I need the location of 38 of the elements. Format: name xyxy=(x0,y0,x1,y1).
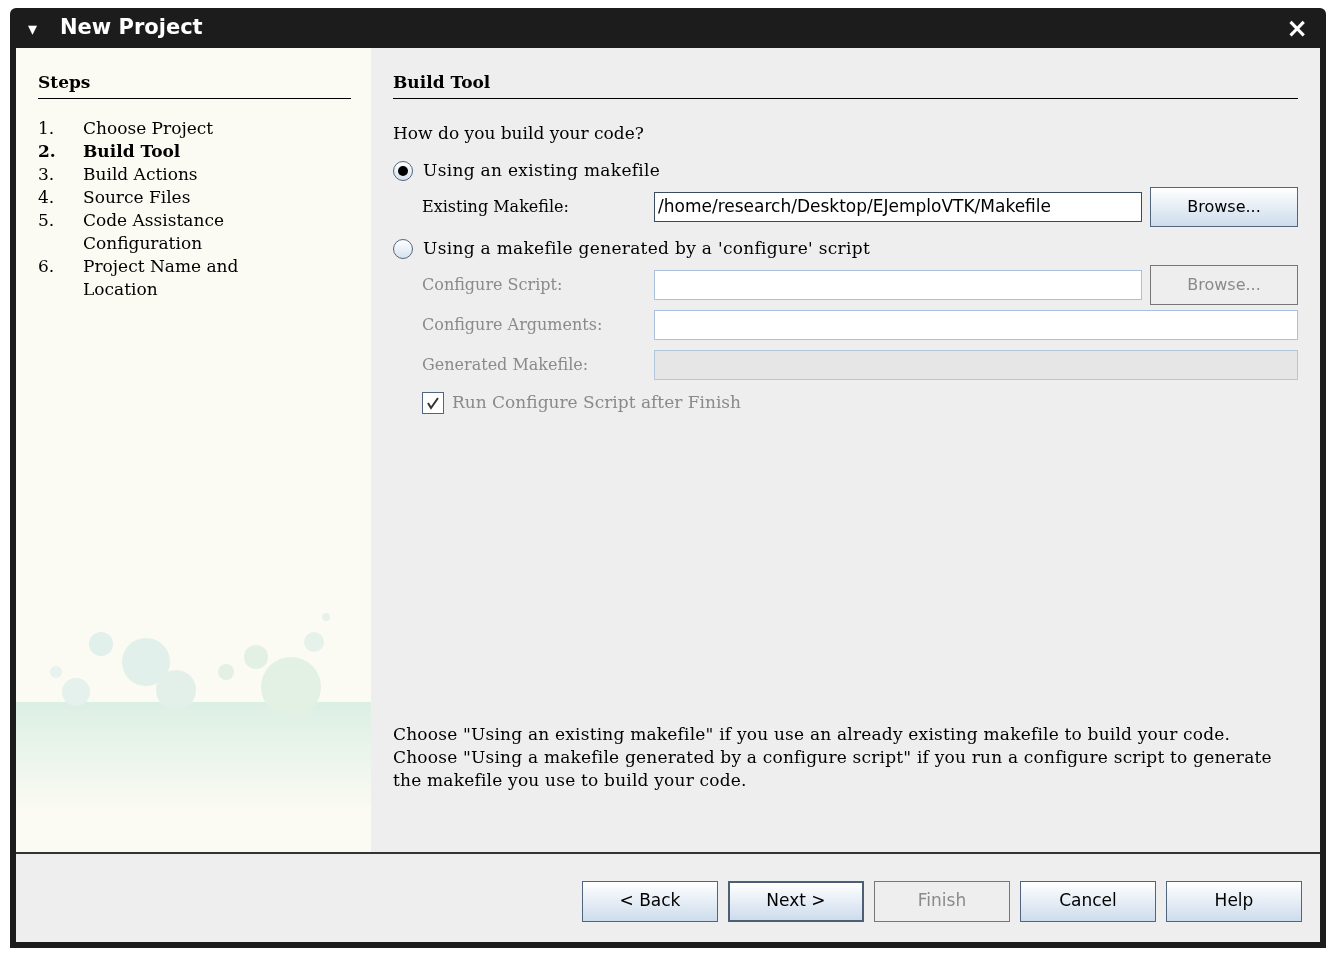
text-field[interactable] xyxy=(654,310,1298,340)
radio-label: Using a makefile generated by a 'configure' script xyxy=(423,237,871,261)
field-label: Generated Makefile: xyxy=(422,354,590,376)
step-number: 5. xyxy=(38,208,56,232)
checkbox-label: Run Configure Script after Finish xyxy=(452,391,742,414)
radio-button[interactable] xyxy=(393,239,413,259)
help-text: Choose "Using an existing makefile" if you use an already existing makefile to build your code. Choose "Using a makefile generated by a configure script" if you run a configure script to generate the makefile you use to build your code. xyxy=(393,723,1273,792)
dialog-button[interactable]: Next > xyxy=(728,880,864,922)
window-title: New Project xyxy=(60,14,203,42)
step-item[interactable]: Source Files xyxy=(83,185,278,209)
step-item[interactable]: Build Actions xyxy=(83,162,278,186)
dialog-button[interactable]: < Back xyxy=(582,880,718,922)
close-button[interactable]: × xyxy=(1286,15,1308,41)
field-label: Existing Makefile: xyxy=(422,196,570,218)
step-number: 4. xyxy=(38,185,56,209)
dialog-button[interactable]: Help xyxy=(1166,880,1302,922)
step-number: 6. xyxy=(38,254,56,278)
steps-heading: Steps xyxy=(38,70,351,99)
step-item[interactable]: Project Name and Location xyxy=(83,254,278,301)
window-menu-icon[interactable]: ▾ xyxy=(28,14,48,42)
dialog-button[interactable]: Cancel xyxy=(1020,880,1156,922)
step-item[interactable]: Build Tool xyxy=(83,139,278,163)
step-number: 1. xyxy=(38,116,56,140)
step-number: 3. xyxy=(38,162,56,186)
panel-heading: Build Tool xyxy=(393,70,1298,99)
question-text: How do you build your code? xyxy=(393,121,645,145)
browse-button[interactable]: Browse... xyxy=(1150,187,1298,227)
step-item[interactable]: Code Assistance Configuration xyxy=(83,208,278,255)
text-field[interactable] xyxy=(654,270,1142,300)
text-field[interactable]: /home/research/Desktop/EJemploVTK/Makefile xyxy=(654,192,1142,222)
check-icon xyxy=(426,395,440,410)
step-item[interactable]: Choose Project xyxy=(83,116,278,140)
field-label: Configure Script: xyxy=(422,274,564,296)
checkbox[interactable] xyxy=(422,391,444,414)
step-number: 2. xyxy=(38,139,57,163)
radio-button[interactable] xyxy=(393,161,413,181)
radio-label: Using an existing makefile xyxy=(423,159,661,183)
field-label: Configure Arguments: xyxy=(422,314,604,336)
